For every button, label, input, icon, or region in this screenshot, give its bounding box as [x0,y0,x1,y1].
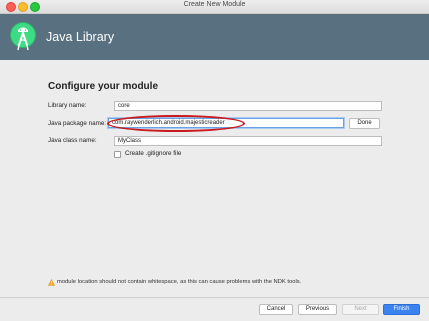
wizard-header: Java Library [0,14,429,60]
finish-button[interactable]: Finish [383,304,420,315]
cancel-button[interactable]: Cancel [259,304,293,315]
library-name-label: Library name: [48,102,87,109]
class-name-field[interactable]: MyClass [114,136,382,146]
gitignore-label: Create .gitignore file [125,150,182,157]
next-button[interactable]: Next [342,304,379,315]
wizard-footer: Cancel Previous Next Finish [0,297,429,321]
header-title: Java Library [46,30,115,44]
android-studio-logo-icon [10,22,36,51]
annotation-ellipse [107,115,245,132]
library-name-field[interactable]: core [114,101,382,111]
gitignore-checkbox[interactable] [114,151,121,158]
window-titlebar: Create New Module [0,0,429,14]
section-title: Configure your module [48,81,158,92]
window-title: Create New Module [183,1,246,8]
warning-icon [48,279,55,286]
wizard-content: Configure your module Library name: core… [0,60,429,300]
package-name-label: Java package name: [48,120,107,127]
previous-button[interactable]: Previous [298,304,337,315]
done-button[interactable]: Done [349,118,380,129]
class-name-label: Java class name: [48,137,97,144]
warning-text: module location should not contain white… [57,279,302,285]
